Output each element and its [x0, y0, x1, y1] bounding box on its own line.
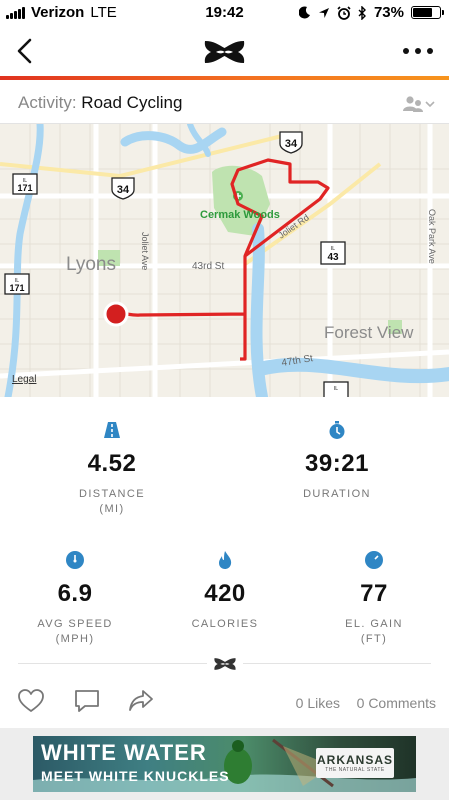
stat-duration: 39:21 DURATION — [262, 420, 412, 502]
calories-value: 420 — [204, 580, 246, 607]
activity-type-row[interactable]: Activity: Road Cycling — [0, 84, 449, 124]
status-bar: Verizon LTE 19:42 73% — [0, 0, 449, 26]
svg-text:34: 34 — [117, 184, 130, 196]
avg-speed-value: 6.9 — [57, 580, 93, 607]
il-43-shield: IL 43 — [320, 241, 346, 265]
more-options-icon[interactable] — [401, 42, 435, 60]
ad-brand-tagline: THE NATURAL STATE — [325, 767, 385, 773]
divider-logo-icon — [207, 656, 243, 672]
battery-icon — [411, 6, 444, 19]
ad-container: WHITE WATER MEET WHITE KNUCKLES ARKANSAS… — [0, 728, 449, 800]
share-arrow-icon[interactable] — [127, 688, 155, 714]
stat-distance: 4.52 DISTANCE (MI) — [37, 420, 187, 517]
route-map[interactable]: 34 34 IL 171 IL 171 IL 43 IL Lyons Fores… — [0, 124, 449, 397]
social-bar: 0 Likes 0 Comments — [0, 680, 449, 726]
svg-text:43: 43 — [327, 252, 339, 263]
privacy-friends-icon[interactable] — [401, 94, 435, 114]
speedometer-icon — [66, 551, 84, 569]
activity-value: Road Cycling — [81, 93, 183, 112]
brand-gradient-bar — [0, 76, 449, 80]
map-label-cermak-woods: Cermak Woods — [200, 209, 280, 221]
ad-banner[interactable]: WHITE WATER MEET WHITE KNUCKLES ARKANSAS… — [33, 736, 416, 792]
duration-value: 39:21 — [305, 450, 369, 477]
us-34-shield-top: 34 — [279, 131, 303, 154]
el-gain-unit: (FT) — [360, 633, 388, 645]
map-label-oak-park-ave: Oak Park Ave — [427, 209, 437, 264]
flame-icon — [219, 551, 232, 569]
ad-brand-logo: ARKANSAS THE NATURAL STATE — [316, 748, 394, 778]
back-chevron-icon[interactable] — [14, 37, 38, 65]
ad-brand-name: ARKANSAS — [316, 753, 393, 767]
il-171-shield-top: IL 171 — [12, 173, 38, 195]
road-icon — [104, 422, 120, 438]
el-gain-label: EL. GAIN — [345, 618, 403, 630]
stat-calories: 420 CALORIES — [150, 550, 300, 632]
distance-value: 4.52 — [87, 450, 137, 477]
calories-label: CALORIES — [191, 618, 259, 630]
location-arrow-icon — [318, 7, 329, 18]
battery-percent: 73% — [373, 4, 404, 21]
nav-bar — [0, 26, 449, 76]
do-not-disturb-icon — [298, 6, 310, 19]
distance-label: DISTANCE — [78, 488, 145, 500]
svg-text:171: 171 — [9, 283, 24, 293]
likes-count[interactable]: 0 Likes — [296, 695, 340, 711]
elevation-icon — [365, 551, 383, 569]
el-gain-value: 77 — [360, 580, 388, 607]
map-label-forest-view: Forest View — [324, 323, 414, 342]
il-171-shield-mid: IL 171 — [4, 273, 30, 295]
alarm-icon — [337, 5, 351, 20]
activity-label: Activity: — [18, 93, 77, 112]
stat-avg-speed: 6.9 AVG SPEED (MPH) — [0, 550, 150, 647]
duration-label: DURATION — [303, 488, 371, 500]
svg-text:IL: IL — [334, 386, 338, 392]
ad-headline: WHITE WATER — [41, 740, 207, 765]
stat-elevation-gain: 77 EL. GAIN (FT) — [299, 550, 449, 647]
map-label-lyons: Lyons — [66, 254, 116, 275]
map-label-joliet-ave: Joliet Ave — [140, 232, 150, 270]
comment-bubble-icon[interactable] — [73, 688, 101, 714]
map-legal-link[interactable]: Legal — [12, 374, 36, 385]
map-label-43rd-st: 43rd St — [192, 261, 224, 272]
avg-speed-unit: (MPH) — [55, 633, 95, 645]
svg-text:171: 171 — [17, 183, 32, 193]
il-shield-bottom: IL — [323, 381, 349, 397]
avg-speed-label: AVG SPEED — [37, 618, 113, 630]
bluetooth-icon — [358, 5, 366, 20]
ad-subline: MEET WHITE KNUCKLES — [41, 768, 230, 784]
distance-unit: (MI) — [99, 503, 125, 515]
comments-count[interactable]: 0 Comments — [357, 695, 436, 711]
stopwatch-icon — [329, 421, 345, 439]
us-34-shield-left: 34 — [111, 177, 135, 200]
like-heart-icon[interactable] — [17, 688, 45, 714]
under-armour-logo-icon — [204, 41, 245, 63]
route-start-marker — [103, 301, 129, 327]
map-canvas: 34 34 IL 171 IL 171 IL 43 IL Lyons Fores… — [0, 124, 449, 397]
svg-text:34: 34 — [285, 138, 298, 150]
